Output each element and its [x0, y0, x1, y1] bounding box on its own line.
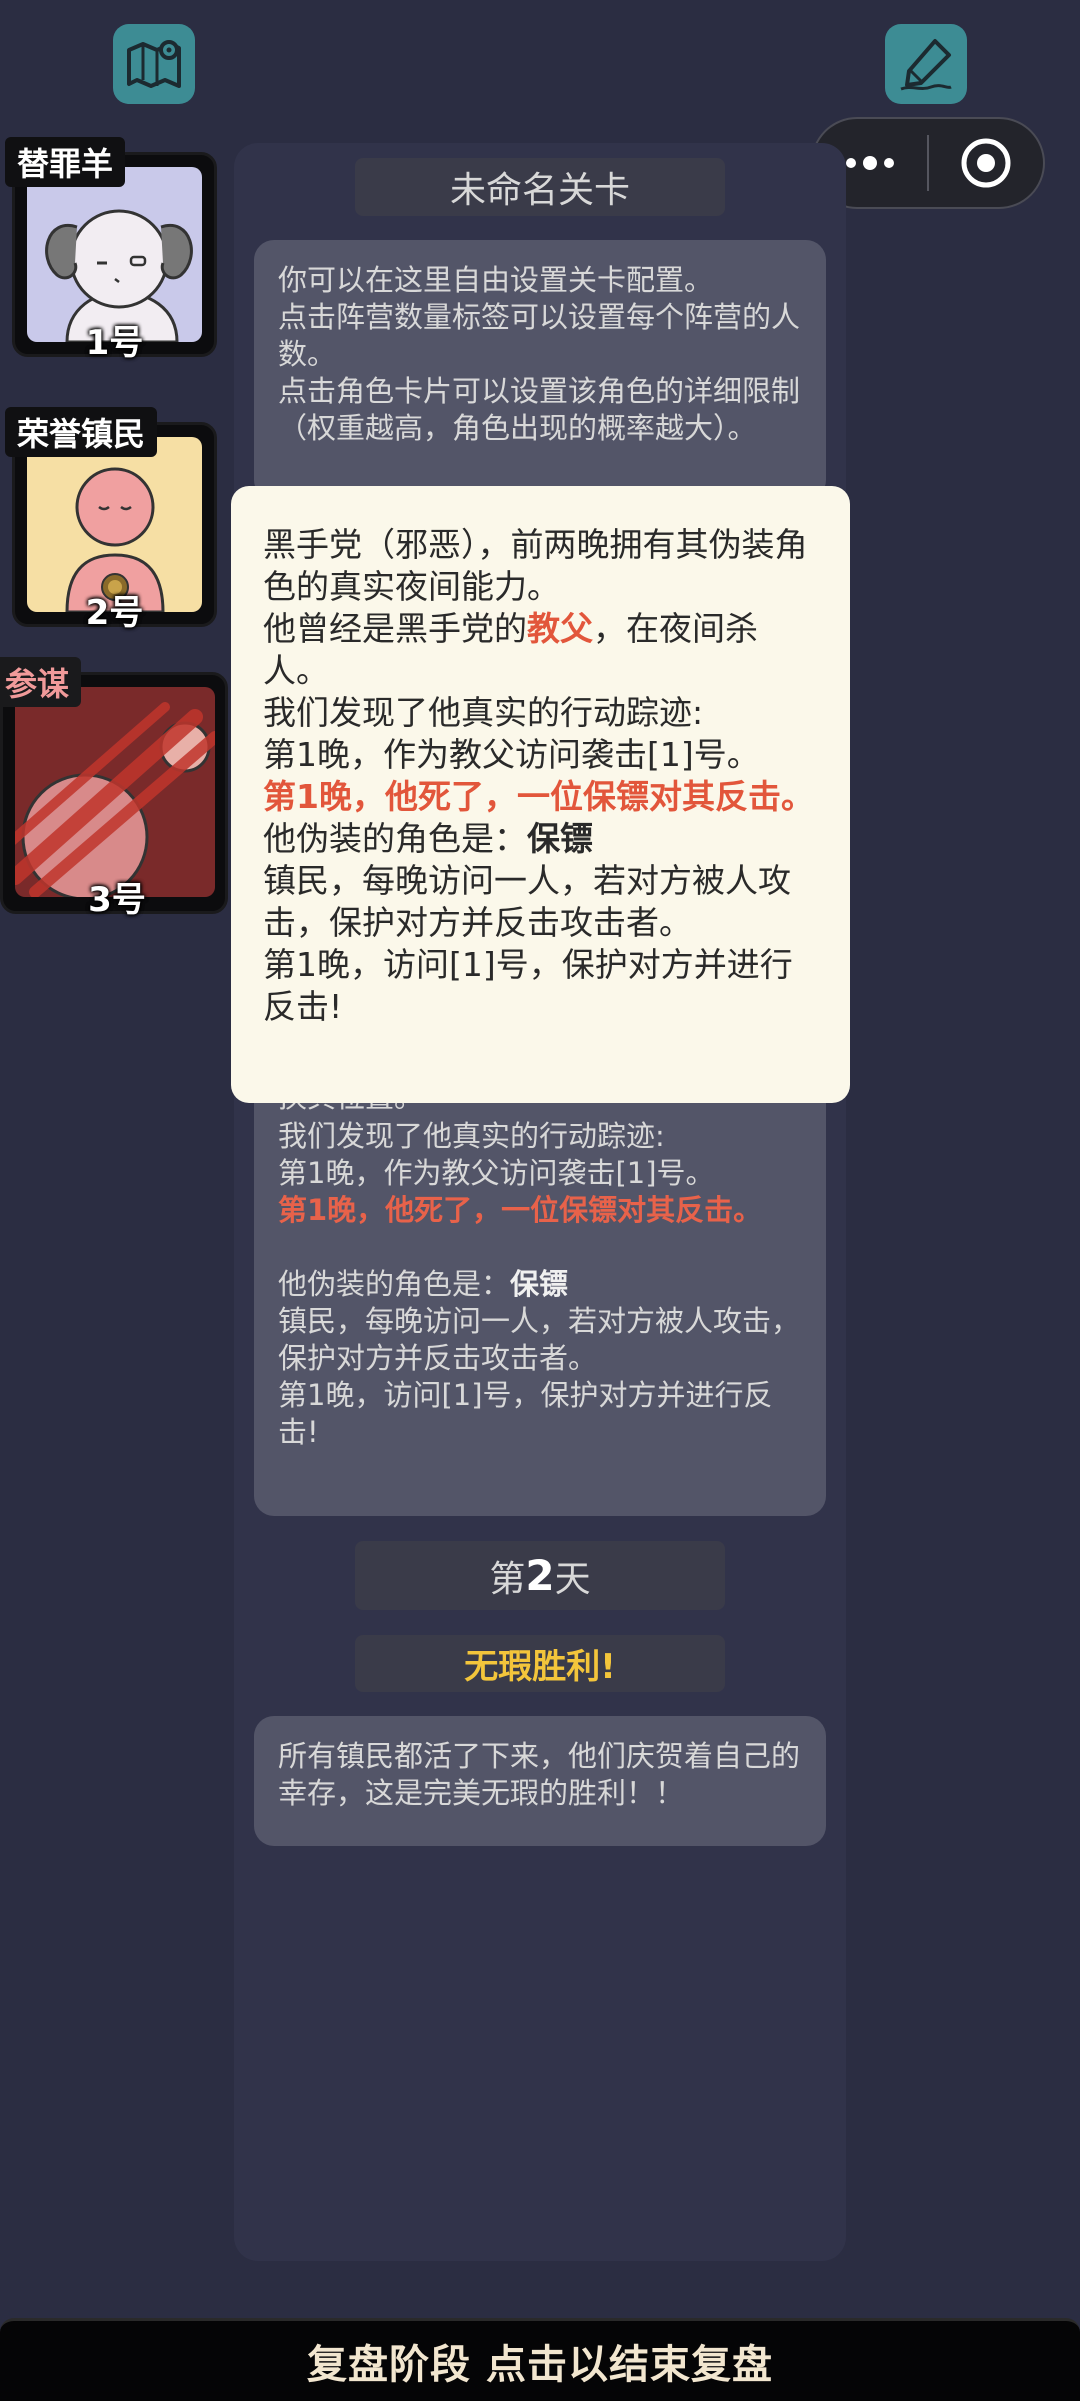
popup-disguise-desc: 镇民，每晚访问一人，若对方被人攻击，保护对方并反击攻击者。: [263, 861, 791, 942]
more-dots-icon: [846, 156, 894, 170]
popup-line2-role: 教父: [527, 609, 593, 648]
disguise-role: 保镖: [510, 1267, 569, 1301]
player-number: 2号: [85, 593, 144, 633]
role-detail-popup[interactable]: 黑手党（邪恶），前两晚拥有其伪装角色的真实夜间能力。 他曾经是黑手党的教父，在夜…: [231, 486, 850, 1103]
result-message: 所有镇民都活了下来，他们庆贺着自己的幸存，这是完美无瑕的胜利！！: [254, 1716, 826, 1846]
popup-line: 他曾经是黑手党的教父，在夜间杀人。: [263, 608, 822, 692]
player-number: 3号: [88, 880, 146, 920]
map-icon: [127, 40, 181, 88]
day-number: 2: [525, 1551, 555, 1600]
day-suffix: 天: [554, 1558, 591, 1600]
player-role-tag: 参谋: [0, 657, 82, 707]
disguise-line: 他伪装的角色是：保镖: [278, 1266, 802, 1303]
edit-pen-icon: [900, 39, 952, 91]
disguise-desc: 镇民，每晚访问一人，若对方被人攻击，保护对方并反击攻击者。: [278, 1304, 801, 1375]
death-line: 第1晚，他死了，一位保镖对其反击。: [278, 1193, 763, 1227]
day-label: 第2天: [355, 1541, 725, 1610]
popup-disguise: 他伪装的角色是：保镖: [263, 818, 822, 860]
player-card-2[interactable]: 荣誉镇民 2号: [5, 407, 217, 633]
trace-line: 我们发现了他真实的行动踪迹:: [278, 1119, 665, 1153]
popup-trace: 我们发现了他真实的行动踪迹:: [263, 693, 704, 732]
player-portrait: [15, 687, 215, 897]
popup-disguise-prefix: 他伪装的角色是：: [263, 819, 527, 858]
player-number: 1号: [85, 323, 144, 363]
intro-message: 你可以在这里自由设置关卡配置。 点击阵营数量标签可以设置每个阵营的人数。 点击角…: [254, 240, 826, 500]
player-role-tag: 荣誉镇民: [5, 407, 158, 457]
intro-line: 点击阵营数量标签可以设置每个阵营的人数。: [278, 300, 801, 371]
strategist-dead-portrait: [15, 702, 215, 897]
action-line: 第1晚，作为教父访问袭击[1]号。: [278, 1156, 715, 1190]
popup-disguise-action: 第1晚，访问[1]号，保护对方并进行反击!: [263, 945, 793, 1026]
target-circle-icon: [961, 138, 1011, 188]
end-review-button[interactable]: 复盘阶段 点击以结束复盘: [0, 2318, 1080, 2401]
intro-line: 你可以在这里自由设置关卡配置。: [278, 263, 714, 297]
popup-action: 第1晚，作为教父访问袭击[1]号。: [263, 735, 760, 774]
disguise-action: 第1晚，访问[1]号，保护对方并进行反击!: [278, 1378, 773, 1449]
popup-disguise-role: 保镖: [527, 819, 593, 858]
close-miniprogram-button[interactable]: [929, 119, 1043, 207]
player-card-1[interactable]: 替罪羊 1号: [5, 137, 217, 363]
result-title: 无瑕胜利!: [355, 1635, 725, 1692]
edit-button[interactable]: [885, 24, 967, 104]
night-log-message: 换其位置。 我们发现了他真实的行动踪迹: 第1晚，作为教父访问袭击[1]号。 第…: [254, 1060, 826, 1516]
popup-line: 黑手党（邪恶），前两晚拥有其伪装角色的真实夜间能力。: [263, 525, 808, 606]
disguise-prefix: 他伪装的角色是：: [278, 1267, 511, 1301]
level-title: 未命名关卡: [355, 158, 725, 216]
intro-line: 点击角色卡片可以设置该角色的详细限制（权重越高，角色出现的概率越大）。: [278, 374, 801, 445]
day-prefix: 第: [489, 1558, 526, 1600]
popup-death: 第1晚，他死了，一位保镖对其反击。: [263, 777, 814, 816]
player-role-tag: 替罪羊: [5, 137, 126, 187]
popup-line2-prefix: 他曾经是黑手党的: [263, 609, 527, 648]
map-button[interactable]: [113, 24, 195, 104]
miniprogram-capsule: [811, 117, 1045, 209]
player-card-3[interactable]: 参谋 3号: [0, 657, 228, 920]
